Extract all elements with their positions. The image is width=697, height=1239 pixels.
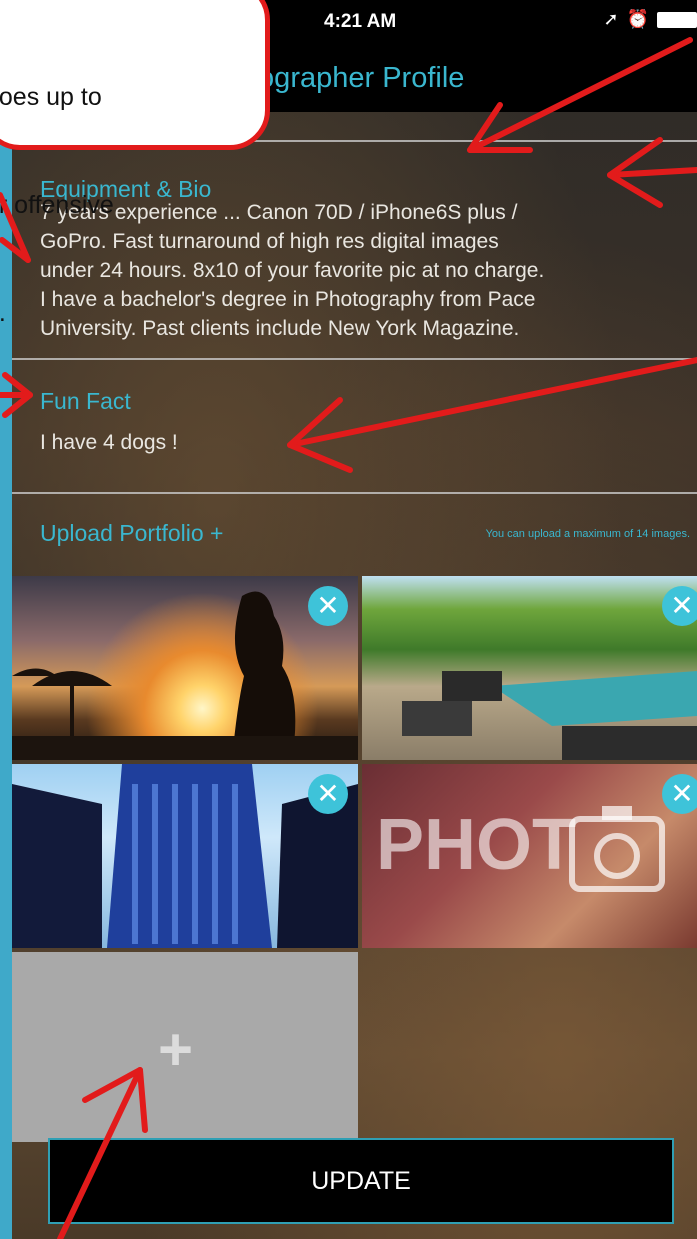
alarm-icon: ⏰	[626, 9, 649, 29]
umbrella-pole	[70, 686, 74, 736]
lounge-chair	[442, 671, 502, 701]
upload-portfolio-row[interactable]: Upload Portfolio + You can upload a maxi…	[40, 520, 690, 550]
upload-portfolio-label[interactable]: Upload Portfolio +	[40, 520, 223, 546]
sunset-silhouettes	[12, 591, 358, 760]
status-icons: ➚ ⏰	[603, 9, 697, 30]
callout-text: goes up to or offensive d.	[0, 7, 114, 403]
photo-session-graphic[interactable]: PHOT ✕	[362, 764, 697, 948]
remove-photo-button[interactable]: ✕	[662, 774, 697, 814]
phone-screen: 4:21 AM ➚ ⏰ tographer Profile Equipment …	[12, 0, 697, 1239]
camera-top	[602, 806, 632, 820]
annotation-callout: goes up to or offensive d.	[0, 0, 270, 327]
pool-patio-photo[interactable]: ✕	[362, 576, 697, 760]
person-silhouette	[232, 591, 296, 760]
callout-line: or offensive	[0, 191, 114, 219]
bio-line: GoPro. Fast turnaround of high res digit…	[40, 230, 499, 253]
fun-fact-text[interactable]: I have 4 dogs !	[40, 428, 178, 457]
remove-photo-button[interactable]: ✕	[308, 774, 348, 814]
location-arrow-icon: ➚	[603, 9, 619, 29]
callout-line: goes up to	[0, 83, 102, 111]
bio-line: University. Past clients include New Yor…	[40, 317, 520, 340]
patio-scene	[402, 671, 697, 760]
camera-lens	[594, 833, 640, 879]
camera-outline-graphic	[569, 806, 665, 892]
equipment-bio-text[interactable]: 7 years experience ... Canon 70D / iPhon…	[40, 198, 544, 343]
sunset-photo[interactable]: ✕	[12, 576, 358, 760]
callout-line: d.	[0, 295, 114, 331]
battery-icon	[657, 11, 697, 28]
plus-icon: +	[158, 1016, 194, 1083]
remove-photo-button[interactable]: ✕	[308, 586, 348, 626]
pool-water	[492, 671, 697, 726]
status-time: 4:21 AM	[324, 11, 397, 32]
skyscraper-photo[interactable]: ✕	[12, 764, 358, 948]
add-photo-tile[interactable]: +	[12, 952, 358, 1142]
bio-line: under 24 hours. 8x10 of your favorite pi…	[40, 259, 545, 282]
dining-table	[562, 726, 697, 760]
bio-line: 7 years experience ... Canon 70D / iPhon…	[40, 201, 518, 224]
divider	[12, 358, 697, 360]
update-button[interactable]: UPDATE	[48, 1138, 674, 1224]
beach-ground	[12, 736, 358, 760]
building-left	[12, 784, 102, 948]
divider	[12, 492, 697, 494]
skyscraper-scene	[12, 764, 358, 948]
upload-limit-note: You can upload a maximum of 14 images.	[485, 528, 690, 540]
bio-line: I have a bachelor's degree in Photograph…	[40, 288, 536, 311]
patio-furniture	[402, 701, 472, 736]
remove-photo-button[interactable]: ✕	[662, 586, 697, 626]
page-title: tographer Profile	[250, 62, 465, 94]
umbrella-shape	[12, 668, 57, 676]
building-center	[107, 764, 272, 948]
